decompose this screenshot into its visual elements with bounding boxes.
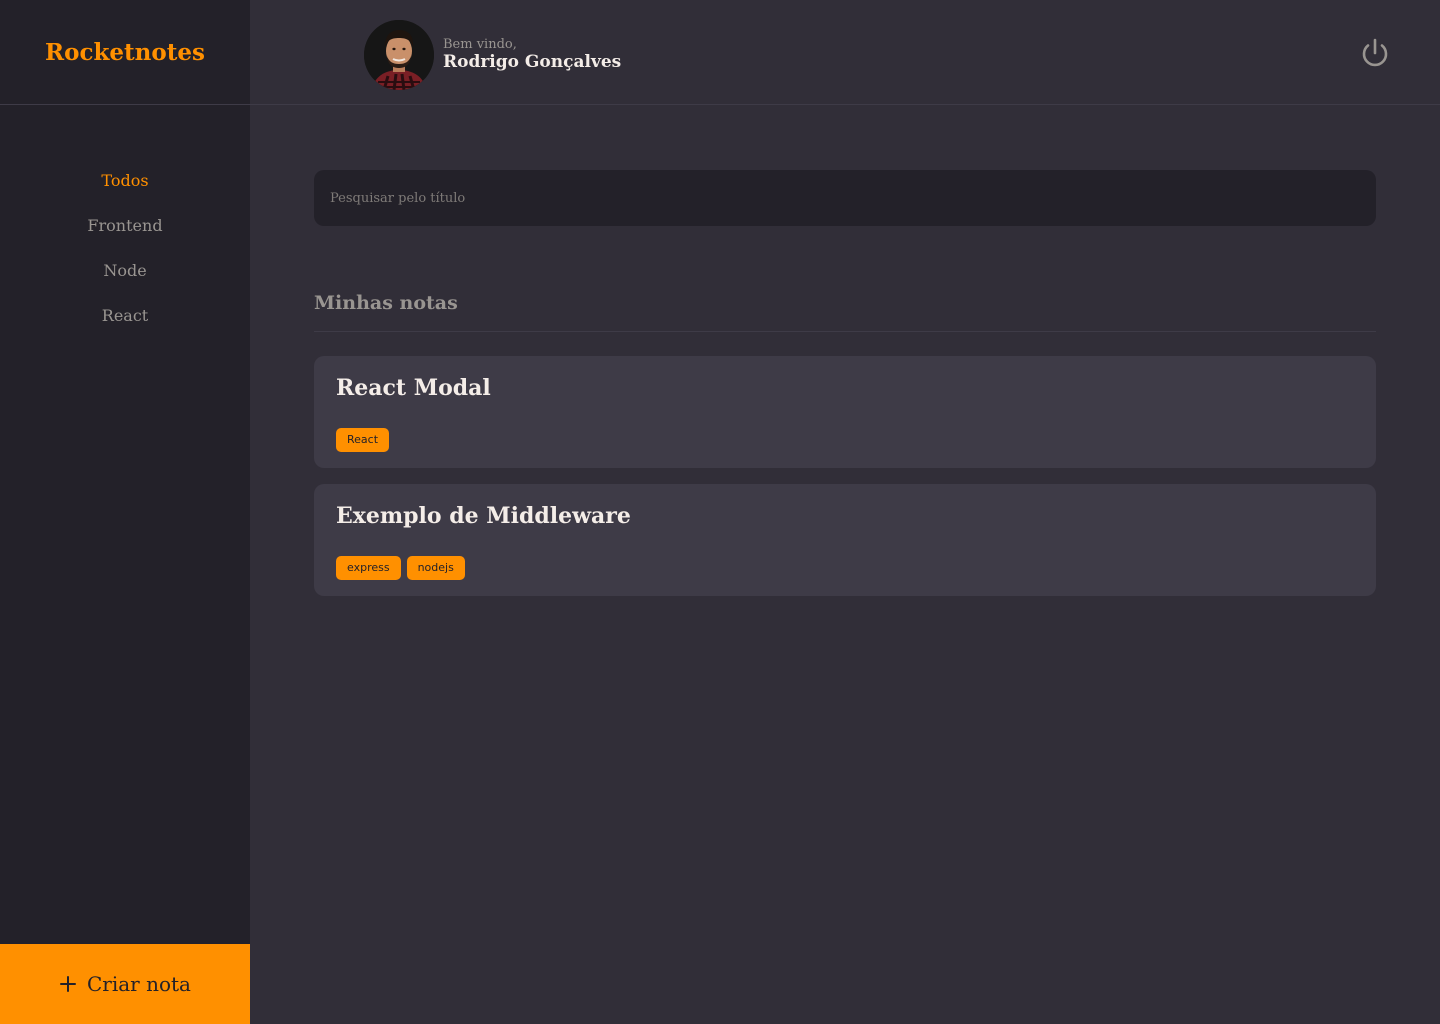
note-tags: express nodejs [336, 556, 1354, 580]
plus-icon [59, 975, 77, 993]
note-title: React Modal [336, 375, 491, 401]
app: Rocketnotes Todos Frontend Node React Cr… [0, 0, 1440, 1024]
sidebar-menu: Todos Frontend Node React [0, 105, 250, 944]
note-title: Exemplo de Middleware [336, 503, 631, 529]
note-card[interactable]: Exemplo de Middleware express nodejs [314, 484, 1376, 596]
tag: React [336, 428, 390, 452]
welcome-label: Bem vindo, [443, 36, 517, 52]
sidebar-item-frontend[interactable]: Frontend [0, 210, 250, 255]
sidebar-item-react[interactable]: React [0, 300, 250, 345]
section-title: Minhas notas [314, 288, 1376, 332]
tag: nodejs [406, 556, 465, 580]
note-tags: React [336, 428, 1354, 452]
user-name: Rodrigo Gonçalves [443, 51, 622, 72]
create-note-label: Criar nota [87, 972, 191, 996]
header: Bem vindo, Rodrigo Gonçalves [250, 0, 1440, 105]
tag: express [336, 556, 401, 580]
create-note-button[interactable]: Criar nota [0, 944, 250, 1024]
sidebar-item-node[interactable]: Node [0, 255, 250, 300]
power-icon[interactable] [1358, 36, 1392, 70]
note-card[interactable]: React Modal React [314, 356, 1376, 468]
brand-title: Rocketnotes [45, 38, 205, 66]
avatar [364, 20, 434, 90]
welcome-block: Bem vindo, Rodrigo Gonçalves [443, 36, 622, 72]
brand-area: Rocketnotes [0, 0, 250, 105]
search-input[interactable] [314, 170, 1376, 226]
sidebar-item-todos[interactable]: Todos [0, 165, 250, 210]
profile[interactable]: Bem vindo, Rodrigo Gonçalves [364, 20, 621, 90]
